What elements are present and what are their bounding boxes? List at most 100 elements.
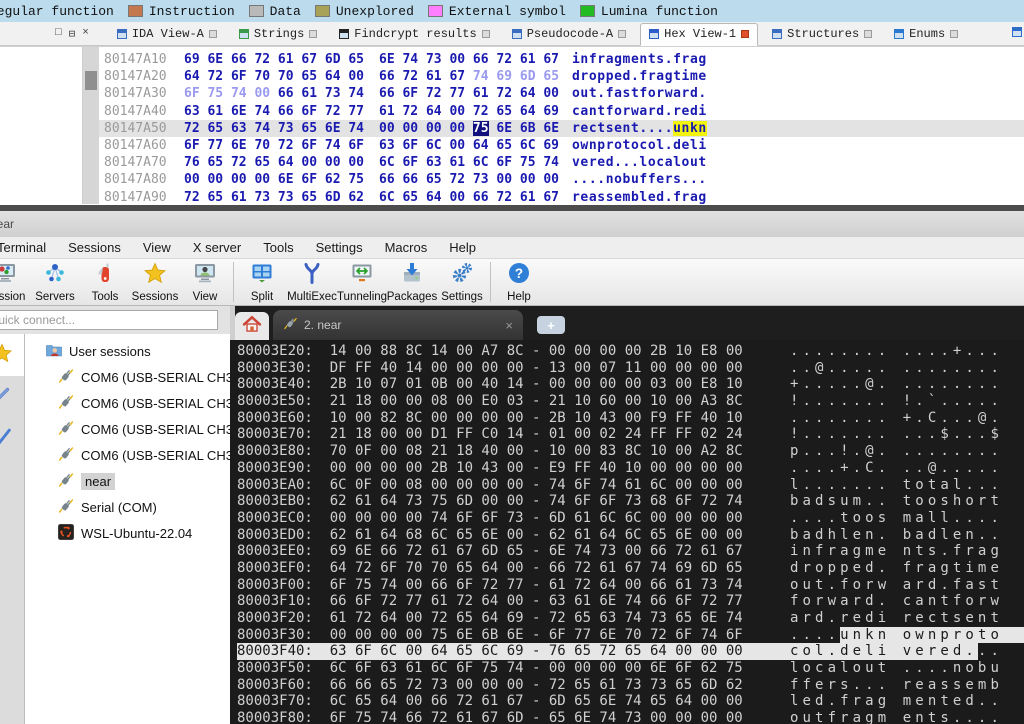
terminal-hex-column: 80003E60: 10 00 82 8C 00 00 00 00 - 2B 1… [237,409,743,426]
terminal-ascii-column: outfragm ents.... [790,710,1003,724]
session-item-wsl-ubuntu-22-04[interactable]: WSL-Ubuntu-22.04 [25,520,230,546]
terminal-hex-column: 80003F50: 6C 6F 63 61 6C 6F 75 74 - 00 0… [237,660,743,677]
legend-label: External symbol [448,3,566,19]
ida-hex-row[interactable]: 80147A50 72 65 63 74 73 65 6E 74 00 00 00 … [99,119,1024,137]
terminal-pane[interactable]: 2. near × + 80003E20: 14 00 88 8C 14 00 … [230,306,1024,724]
terminal-ascii-column: forward. cantforw [790,593,1003,610]
tab-strings[interactable]: Strings [231,24,325,45]
tab-float-mini-icon[interactable] [618,30,627,38]
restore-icon[interactable]: □ [55,27,62,41]
tab-ida-view-a[interactable]: IDA View-A [109,24,225,45]
ida-hex-row[interactable]: 80147A70 76 65 72 65 64 00 00 00 6C 6F 63 … [99,154,1024,171]
tab-label: IDA View-A [131,27,204,41]
ida-hex-view[interactable]: 80147A10 69 6E 66 72 61 67 6D 65 6E 74 73 … [0,46,1024,206]
ida-scrollband[interactable] [83,47,99,204]
terminal-tab-near[interactable]: 2. near × [273,310,523,340]
ida-hex-row[interactable]: 80147A30 6F 75 74 00 66 61 73 74 66 6F 72 … [99,85,1024,102]
home-tab[interactable] [235,312,269,340]
terminal-line: 80003EB0: 62 61 64 73 75 6D 00 00 - 74 6… [237,493,1024,510]
new-tab-button[interactable]: + [537,316,565,334]
terminal-line: 80003EC0: 00 00 00 00 74 6F 6F 73 - 6D 6… [237,510,1024,527]
menu-item-tools[interactable]: Tools [252,238,304,257]
sidebar-tab-tools[interactable] [0,376,24,418]
session-item-com6-usb-serial-ch340[interactable]: COM6 (USB-SERIAL CH340) [25,390,230,416]
tab-structures[interactable]: Structures [764,24,880,45]
tab-pseudocode-a[interactable]: Pseudocode-A [504,24,634,45]
toolbar-button-settings[interactable]: Settings [437,261,487,303]
terminal-ascii-column: !....... ...$...$ [790,426,1003,443]
findcrypt-icon [339,29,350,39]
ida-hex-row[interactable]: 80147A90 72 65 61 73 73 65 6D 62 6C 65 64 … [99,189,1024,206]
tab-float-mini-icon[interactable] [950,30,959,38]
mobaxterm-window: near TerminalSessionsViewX serverToolsSe… [0,205,1024,724]
ida-hex-row[interactable]: 80147A60 6F 77 6E 70 72 6F 74 6F 63 6F 6C … [99,137,1024,154]
tab-float-mini-icon[interactable] [864,30,873,38]
hex-bytes-group2: 63 6F 6C 00 64 65 6C 69 [379,137,560,153]
legend-item-regular-function: Regular function [0,4,114,19]
toolbar-button-tunneling[interactable]: Tunneling [337,261,387,303]
terminal-line: 80003E70: 21 18 00 00 D1 FF C0 14 - 01 0… [237,426,1024,443]
terminal-output[interactable]: 80003E20: 14 00 88 8C 14 00 A7 8C - 00 0… [230,340,1024,724]
terminal-hex-column: 80003E40: 2B 10 07 01 0B 00 40 14 - 00 0… [237,376,743,393]
menu-item-sessions[interactable]: Sessions [57,238,132,257]
menu-item-settings[interactable]: Settings [305,238,374,257]
menu-item-view[interactable]: View [132,238,182,257]
toolbar-button-packages[interactable]: Packages [387,261,437,303]
ida-hex-row[interactable]: 80147A10 69 6E 66 72 61 67 6D 65 6E 74 73 … [99,51,1024,68]
unexplored-color-chip [314,5,330,17]
terminal-hex-column: 80003F00: 6F 75 74 00 66 6F 72 77 - 61 7… [237,576,743,593]
sidebar-tab-macros[interactable] [0,418,24,460]
sidebar-tab-sessions[interactable] [0,334,24,376]
menu-item-help[interactable]: Help [438,238,487,257]
menu-item-macros[interactable]: Macros [374,238,439,257]
ida-hex-row[interactable]: 80147A40 63 61 6E 74 66 6F 72 77 61 72 64 … [99,103,1024,120]
tab-hex-view-1[interactable]: Hex View-1 [640,23,759,46]
hex-bytes-group2: 6E 74 73 00 66 72 61 67 [379,52,560,67]
ida-scroll-thumb[interactable] [85,71,97,90]
toolbar-button-multiexec[interactable]: MultiExec [287,261,337,303]
servers-icon [43,261,67,290]
toolbar-label: View [192,291,218,303]
help-icon: ? [507,261,531,290]
terminal-line: 80003E60: 10 00 82 8C 00 00 00 00 - 2B 1… [237,410,1024,427]
session-item-com6-usb-serial-ch340[interactable]: COM6 (USB-SERIAL CH340) [25,364,230,390]
tab-findcrypt-results[interactable]: Findcrypt results [331,24,497,45]
ida-hex-row[interactable]: 80147A80 00 00 00 00 6E 6F 62 75 66 66 65 … [99,171,1024,188]
toolbar-button-tools[interactable]: Tools [80,261,130,303]
tab-enums[interactable]: Enums [886,24,966,45]
terminal-ascii-column: ..@..... ........ [790,359,1003,376]
session-item-com6-usb-serial-ch340[interactable]: COM6 (USB-SERIAL CH340) [25,416,230,442]
session-item-com6-usb-serial-ch340[interactable]: COM6 (USB-SERIAL CH340) [25,442,230,468]
hex-bytes-group1: 72 65 61 73 73 65 6D 62 [184,189,365,205]
tree-root-user-sessions[interactable]: User sessions [25,338,230,364]
tab-float-mini-icon[interactable] [208,30,217,38]
toolbar-button-view[interactable]: View [180,261,230,303]
quick-connect-input[interactable] [0,310,218,330]
session-item-serial-com[interactable]: Serial (COM) [25,494,230,520]
close-icon[interactable]: × [82,27,89,41]
hex-bytes-group1: 72 65 63 74 73 65 6E 74 [184,120,365,136]
tab-close-mini-icon[interactable] [741,30,750,38]
tab-float-mini-icon[interactable] [309,30,318,38]
session-label: Serial (COM) [81,499,157,515]
menu-item-terminal[interactable]: Terminal [0,238,57,257]
tab-float-mini-icon[interactable] [481,30,490,38]
moba-titlebar[interactable]: near [0,211,1024,237]
toolbar-button-session[interactable]: Session [0,261,30,303]
external-symbol-color-chip [427,5,443,17]
toolbar-button-servers[interactable]: Servers [30,261,80,303]
session-item-near[interactable]: near [25,468,230,494]
toolbar-button-sessions[interactable]: Sessions [130,261,180,303]
toolbar-label: Split [250,291,274,303]
toolbar-label: Tools [91,291,119,303]
selection-highlight: unkn ownproto [840,626,1024,644]
dock-icon[interactable]: ⊟ [69,27,76,41]
legend-label: Instruction [148,3,235,19]
terminal-ascii-column: ....toos mall.... [790,509,1003,526]
tab-close-icon[interactable]: × [505,318,513,333]
toolbar-button-split[interactable]: Split [237,261,287,303]
menu-item-x-server[interactable]: X server [182,238,252,257]
overflow-tab-icon[interactable] [1012,27,1022,41]
toolbar-button-help[interactable]: ? Help [494,261,544,303]
ida-hex-row[interactable]: 80147A20 64 72 6F 70 70 65 64 00 66 72 61 … [99,68,1024,85]
